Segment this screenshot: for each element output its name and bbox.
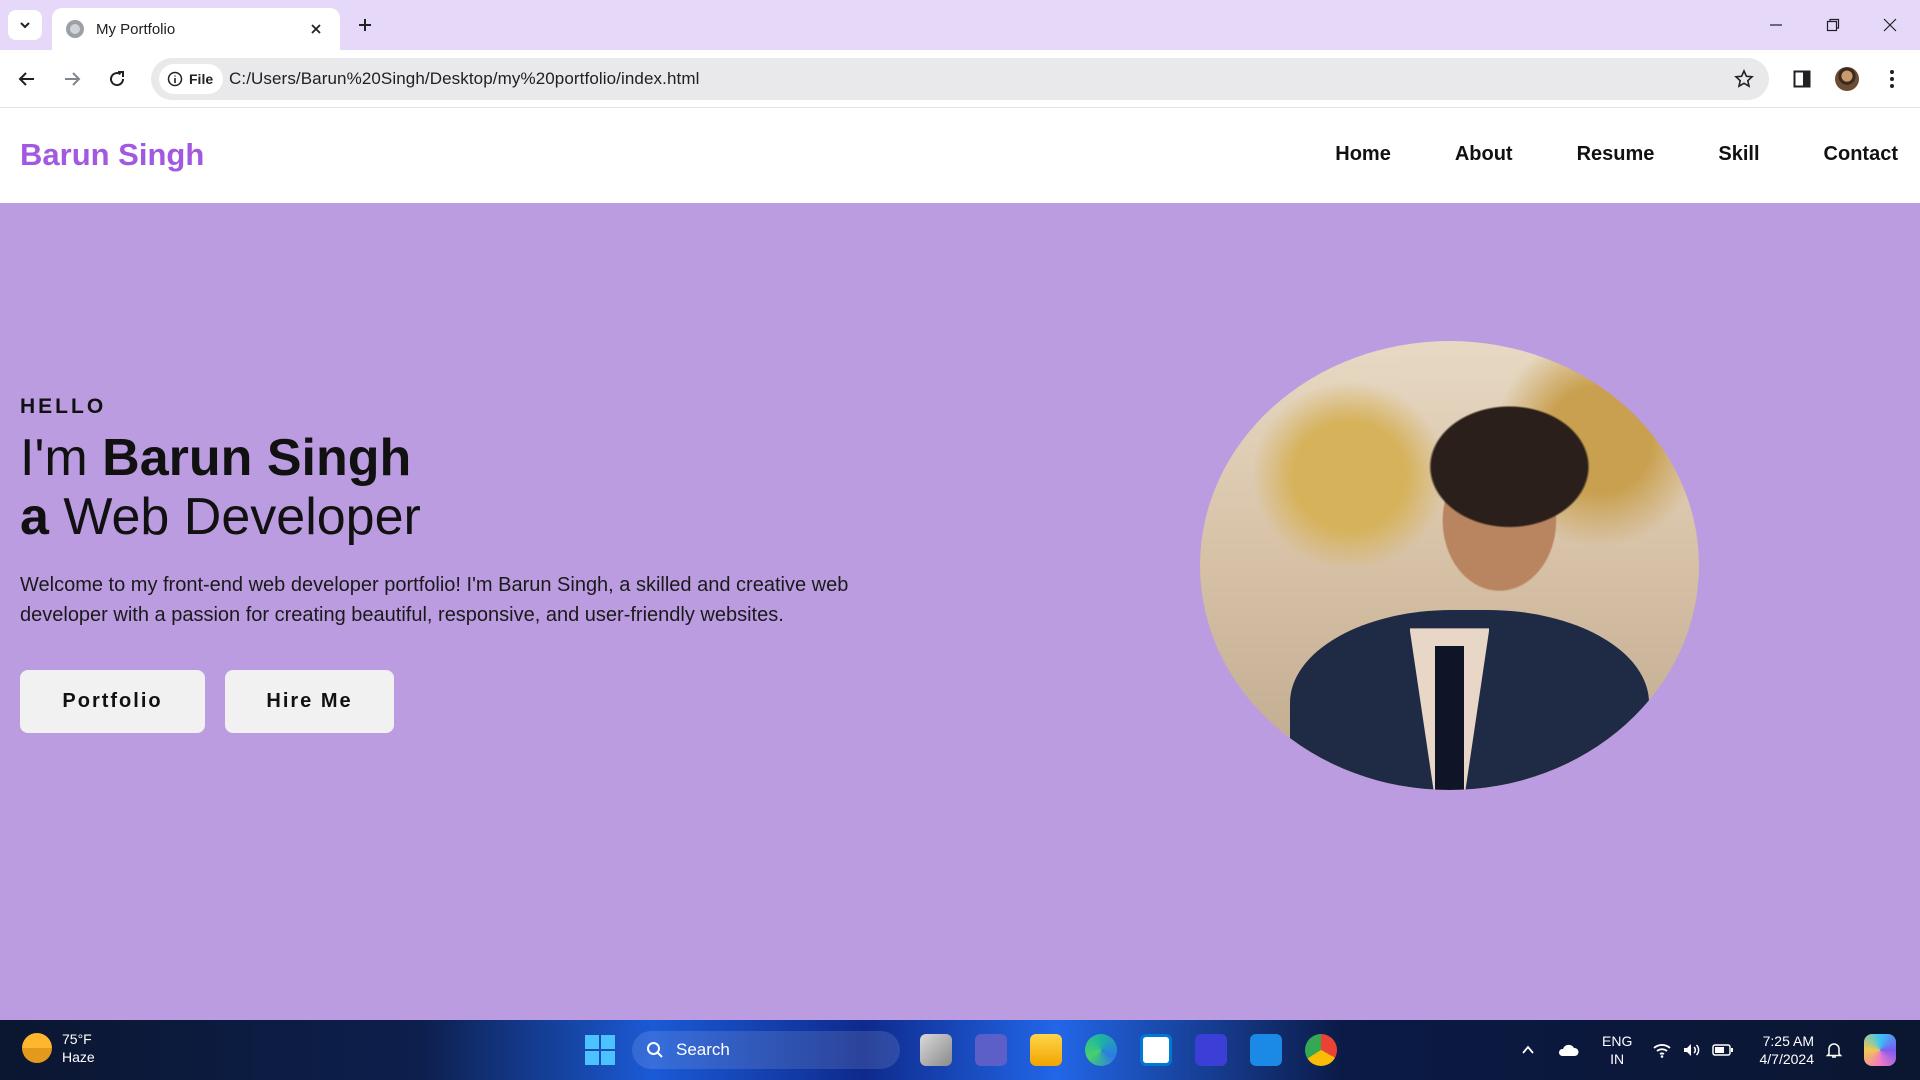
store-icon[interactable] bbox=[1140, 1034, 1172, 1066]
nav-home[interactable]: Home bbox=[1335, 143, 1391, 166]
taskbar-search[interactable]: Search bbox=[632, 1031, 900, 1069]
hero-headline: I'm Barun Singh a Web Developer bbox=[20, 429, 421, 547]
site-info-chip[interactable]: File bbox=[159, 64, 224, 94]
bookmark-button[interactable] bbox=[1733, 68, 1755, 90]
profile-button[interactable] bbox=[1831, 63, 1863, 95]
chrome-icon[interactable] bbox=[1305, 1034, 1337, 1066]
notifications-button[interactable] bbox=[1822, 1038, 1846, 1062]
nav-contact[interactable]: Contact bbox=[1824, 143, 1898, 166]
restore-button[interactable] bbox=[1813, 10, 1853, 40]
system-clock[interactable]: 7:25 AM 4/7/2024 bbox=[1754, 1032, 1815, 1068]
menu-icon bbox=[1890, 70, 1894, 88]
battery-button[interactable] bbox=[1711, 1038, 1735, 1062]
plus-icon bbox=[359, 19, 371, 31]
hero-greeting: HELLO bbox=[20, 395, 107, 418]
weather-temp: 75°F bbox=[62, 1031, 92, 1047]
site-header: Barun Singh Home About Resume Skill Cont… bbox=[0, 109, 1920, 203]
weather-widget[interactable]: 75°F Haze bbox=[22, 1030, 95, 1066]
lang-line2: IN bbox=[1610, 1051, 1625, 1067]
forward-icon bbox=[65, 72, 81, 86]
bell-icon bbox=[1825, 1043, 1843, 1058]
browser-toolbar: File C:/Users/Barun%20Singh/Desktop/my%2… bbox=[0, 50, 1920, 108]
reload-button[interactable] bbox=[101, 63, 133, 95]
teams-icon[interactable] bbox=[975, 1034, 1007, 1066]
onedrive-button[interactable] bbox=[1556, 1038, 1580, 1062]
sidepanel-icon bbox=[1793, 70, 1811, 88]
close-icon bbox=[1883, 18, 1897, 32]
search-label: Search bbox=[676, 1040, 730, 1059]
tab-search-icon bbox=[20, 22, 30, 29]
headline-article: a bbox=[20, 488, 49, 546]
tab-close-button[interactable] bbox=[306, 19, 326, 39]
url-text[interactable]: C:/Users/Barun%20Singh/Desktop/my%20port… bbox=[229, 69, 700, 89]
hire-me-button[interactable]: Hire Me bbox=[225, 670, 394, 733]
weather-haze-icon bbox=[22, 1033, 52, 1063]
headline-name: Barun Singh bbox=[102, 429, 412, 487]
tab-search-button[interactable] bbox=[8, 10, 42, 40]
new-tab-button[interactable] bbox=[352, 12, 378, 38]
show-hidden-icons-button[interactable] bbox=[1516, 1038, 1540, 1062]
back-button[interactable] bbox=[11, 63, 43, 95]
chip-label: File bbox=[189, 71, 214, 87]
os-taskbar: 75°F Haze Search ENG IN 7:25 AM 4/7/2024 bbox=[0, 1020, 1920, 1080]
browser-tab[interactable]: My Portfolio bbox=[52, 8, 340, 50]
wifi-icon bbox=[1653, 1044, 1671, 1058]
side-panel-button[interactable] bbox=[1786, 63, 1818, 95]
copilot-icon[interactable] bbox=[1864, 1034, 1896, 1066]
minimize-button[interactable] bbox=[1756, 10, 1796, 40]
wifi-button[interactable] bbox=[1650, 1038, 1674, 1062]
photo-tie bbox=[1434, 646, 1465, 790]
cloud-icon bbox=[1558, 1044, 1579, 1056]
clock-time: 7:25 AM bbox=[1762, 1033, 1814, 1049]
info-icon bbox=[167, 71, 183, 87]
battery-icon bbox=[1712, 1044, 1733, 1056]
clock-date: 4/7/2024 bbox=[1759, 1051, 1815, 1067]
browser-menu-button[interactable] bbox=[1876, 63, 1908, 95]
site-brand[interactable]: Barun Singh bbox=[20, 137, 204, 173]
site-nav: Home About Resume Skill Contact bbox=[1271, 143, 1898, 166]
lang-line1: ENG bbox=[1602, 1033, 1633, 1049]
nav-skill[interactable]: Skill bbox=[1718, 143, 1759, 166]
search-icon bbox=[647, 1042, 663, 1058]
file-explorer-icon[interactable] bbox=[1030, 1034, 1062, 1066]
hero-description: Welcome to my front-end web developer po… bbox=[20, 574, 849, 626]
vscode-icon[interactable] bbox=[1250, 1034, 1282, 1066]
close-window-button[interactable] bbox=[1870, 10, 1910, 40]
star-icon bbox=[1734, 69, 1754, 88]
nav-resume[interactable]: Resume bbox=[1577, 143, 1655, 166]
windows-start-icon[interactable] bbox=[584, 1034, 616, 1066]
headline-prefix: I'm bbox=[20, 429, 103, 487]
reload-icon bbox=[110, 71, 125, 87]
forward-button[interactable] bbox=[56, 63, 88, 95]
minimize-icon bbox=[1770, 24, 1782, 26]
nav-about[interactable]: About bbox=[1455, 143, 1513, 166]
close-icon bbox=[311, 24, 321, 34]
address-bar[interactable]: File C:/Users/Barun%20Singh/Desktop/my%2… bbox=[151, 58, 1769, 100]
hero-section: HELLO I'm Barun Singh a Web Developer We… bbox=[0, 203, 1920, 1020]
language-indicator[interactable]: ENG IN bbox=[1602, 1032, 1632, 1068]
globe-icon bbox=[66, 20, 84, 38]
tab-title: My Portfolio bbox=[96, 20, 176, 38]
weather-condition: Haze bbox=[62, 1049, 95, 1065]
task-view-icon[interactable] bbox=[920, 1034, 952, 1066]
restore-icon bbox=[1826, 18, 1840, 32]
profile-photo bbox=[1200, 341, 1699, 790]
volume-button[interactable] bbox=[1680, 1038, 1704, 1062]
volume-icon bbox=[1684, 1044, 1700, 1056]
portfolio-button[interactable]: Portfolio bbox=[20, 670, 205, 733]
chevron-up-icon bbox=[1522, 1045, 1534, 1054]
headline-role: Web Developer bbox=[48, 488, 421, 546]
back-icon bbox=[18, 72, 34, 86]
edge-icon[interactable] bbox=[1085, 1034, 1117, 1066]
app-icon[interactable] bbox=[1195, 1034, 1227, 1066]
avatar bbox=[1835, 67, 1859, 91]
browser-tabbar: My Portfolio bbox=[0, 0, 1920, 50]
